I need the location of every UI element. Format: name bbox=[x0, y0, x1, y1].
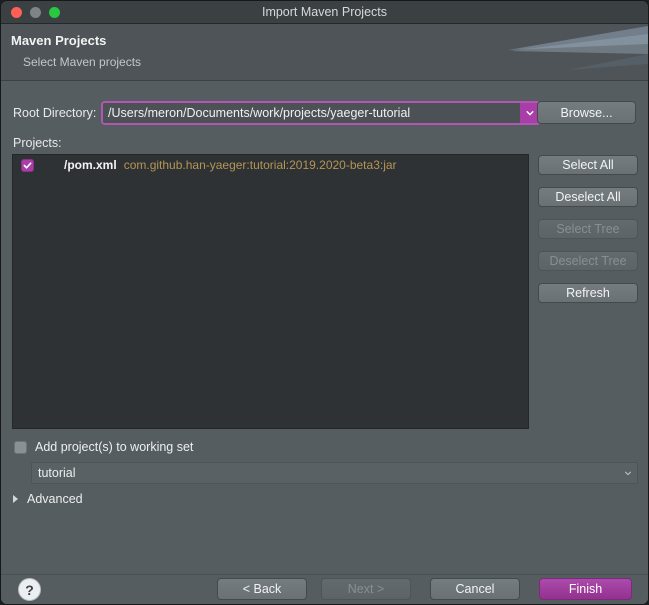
window-controls bbox=[1, 6, 60, 18]
projects-label: Projects: bbox=[13, 136, 62, 150]
projects-list[interactable]: /pom.xml com.github.han-yaeger:tutorial:… bbox=[12, 154, 529, 429]
chevron-right-icon bbox=[13, 495, 18, 503]
select-tree-button: Select Tree bbox=[538, 219, 638, 239]
working-set-checkbox[interactable] bbox=[14, 440, 27, 454]
title-bar: Import Maven Projects bbox=[1, 1, 648, 24]
root-directory-combo[interactable]: /Users/meron/Documents/work/projects/yae… bbox=[101, 101, 541, 125]
dialog-footer: ? < Back Next > Cancel Finish bbox=[1, 574, 648, 604]
finish-button[interactable]: Finish bbox=[539, 578, 632, 600]
working-set-dropdown-button[interactable] bbox=[619, 469, 637, 477]
header-swoosh-graphic bbox=[508, 26, 648, 70]
chevron-down-icon bbox=[525, 111, 534, 116]
advanced-disclosure[interactable]: Advanced bbox=[13, 492, 83, 506]
root-directory-input[interactable]: /Users/meron/Documents/work/projects/yae… bbox=[103, 103, 520, 123]
working-set-checkbox-label: Add project(s) to working set bbox=[35, 440, 194, 454]
chevron-down-icon bbox=[625, 471, 631, 476]
page-subtitle: Select Maven projects bbox=[23, 55, 142, 69]
checkmark-icon bbox=[23, 161, 32, 169]
minimize-light[interactable] bbox=[30, 6, 41, 18]
deselect-all-button[interactable]: Deselect All bbox=[538, 187, 638, 207]
dialog-body: Root Directory: /Users/meron/Documents/w… bbox=[1, 81, 648, 574]
cancel-button[interactable]: Cancel bbox=[430, 578, 520, 600]
advanced-label: Advanced bbox=[27, 492, 83, 506]
help-icon[interactable]: ? bbox=[18, 578, 41, 601]
refresh-button[interactable]: Refresh bbox=[538, 283, 638, 303]
browse-button[interactable]: Browse... bbox=[537, 101, 636, 124]
deselect-tree-button: Deselect Tree bbox=[538, 251, 638, 271]
next-button: Next > bbox=[321, 578, 411, 600]
page-title: Maven Projects bbox=[11, 33, 107, 48]
root-directory-label: Root Directory: bbox=[13, 106, 97, 120]
window-title: Import Maven Projects bbox=[261, 5, 388, 19]
list-action-buttons: Select All Deselect All Select Tree Dese… bbox=[538, 155, 638, 315]
wizard-header: Maven Projects Select Maven projects bbox=[1, 24, 648, 81]
working-set-combo[interactable]: tutorial bbox=[31, 462, 638, 484]
table-row[interactable]: /pom.xml com.github.han-yaeger:tutorial:… bbox=[13, 155, 528, 175]
project-path: /pom.xml bbox=[64, 158, 117, 172]
import-maven-projects-dialog: Import Maven Projects Maven Projects Sel… bbox=[0, 0, 649, 605]
project-coordinates: com.github.han-yaeger:tutorial:2019.2020… bbox=[123, 158, 397, 172]
back-button[interactable]: < Back bbox=[217, 578, 307, 600]
working-set-checkbox-row[interactable]: Add project(s) to working set bbox=[14, 440, 193, 454]
maximize-light[interactable] bbox=[49, 6, 60, 18]
project-checkbox[interactable] bbox=[21, 158, 34, 172]
close-light[interactable] bbox=[11, 6, 22, 18]
select-all-button[interactable]: Select All bbox=[538, 155, 638, 175]
working-set-value[interactable]: tutorial bbox=[32, 466, 619, 480]
